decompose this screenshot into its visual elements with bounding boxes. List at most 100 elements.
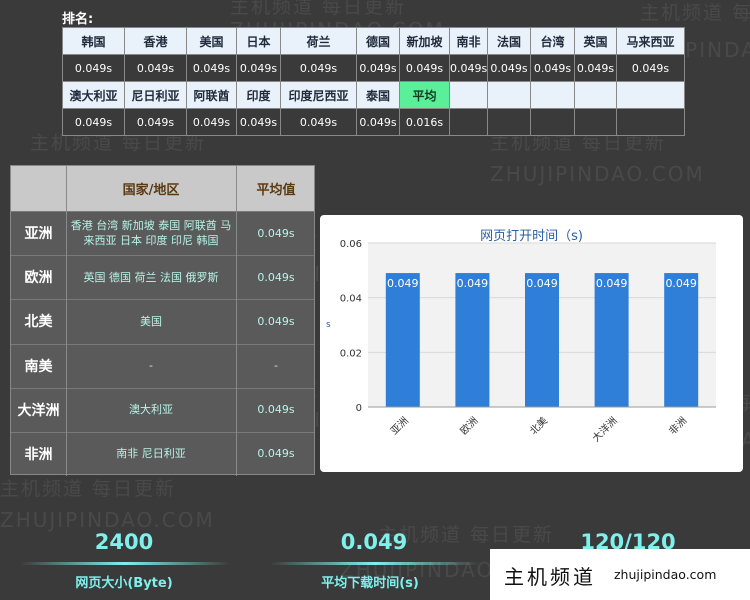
ranking-time-cell: 0.016s (399, 108, 450, 136)
ranking-time-cell: 0.049s (280, 108, 357, 136)
ranking-time-cell: 0.049s (356, 108, 400, 136)
chart-bar (664, 273, 699, 407)
ranking-time-cell: 0.049s (186, 108, 237, 136)
region-avg: 0.049s (257, 447, 295, 461)
ranking-country-cell: 印度 (236, 81, 281, 109)
region-name: 亚洲 (24, 226, 53, 243)
ranking-time-cell: 0.049s (124, 108, 187, 136)
region-countries: 香港 台湾 新加坡 泰国 阿联酋 马来西亚 日本 印度 印尼 韩国 (70, 219, 232, 248)
watermark-cn: 主机频道 每日更新 (230, 0, 407, 18)
region-col-divider (236, 166, 237, 476)
chart-bar (385, 273, 420, 407)
chart-y-tick-label: 0.04 (340, 294, 362, 305)
ranking-country-cell: 日本 (236, 27, 281, 55)
region-row-divider (11, 211, 314, 212)
ranking-time-cell: 0.049s (487, 54, 531, 82)
ranking-country-cell: 南非 (449, 27, 488, 55)
ranking-time-cell: 0.049s (449, 54, 488, 82)
chart-y-axis-label: s (326, 320, 331, 330)
region-avg: 0.049s (257, 314, 295, 328)
region-countries: - (149, 359, 153, 373)
ranking-time-cell (616, 108, 685, 136)
chart-y-tick-label: 0.06 (340, 239, 362, 250)
ranking-time-row: 0.049s 0.049s 0.049s 0.049s 0.049s 0.049s 0.01… (62, 108, 685, 136)
region-countries: 南非 尼日利亚 (116, 447, 186, 461)
ranking-country-cell (449, 81, 488, 109)
watermark-cn: 主机频道 每日更新 (640, 2, 750, 24)
ranking-country-cell: 印度尼西亚 (280, 81, 357, 109)
chart-data-label: 0.049 (665, 277, 697, 290)
region-row-divider (11, 343, 314, 345)
region-row-divider (11, 255, 314, 257)
region-row-divider (11, 299, 314, 301)
ranking-time-cell: 0.049s (616, 54, 685, 82)
chart-x-tick-label: 非洲 (667, 415, 690, 438)
ranking-country-cell (530, 81, 575, 109)
load-time-chart: 网页打开时间（s) 0 0.02 0.04 0.06 s 0.049 亚洲 0.049 欧洲 0.… (320, 215, 743, 472)
ranking-time-cell: 0.049s (356, 54, 400, 82)
chart-y-tick-label: 0.02 (340, 348, 362, 359)
ranking-country-cell: 泰国 (356, 81, 400, 109)
region-countries: 英国 德国 荷兰 法国 俄罗斯 (83, 270, 219, 284)
chart-bar (525, 273, 559, 407)
ranking-country-cell (487, 81, 531, 109)
ranking-country-cell: 德国 (356, 27, 400, 55)
ranking-table: 韩国 香港 美国 日本 荷兰 德国 新加坡 南非 法国 台湾 英国 马来西亚 0.049s 0.049s 0… (62, 27, 685, 136)
ranking-country-cell: 平均 (399, 81, 450, 109)
ranking-time-row: 0.049s 0.049s 0.049s 0.049s 0.049s 0.049s 0.04… (62, 54, 685, 82)
ranking-time-cell: 0.049s (399, 54, 450, 82)
region-avg: 0.049s (257, 403, 295, 417)
avg-download-bar (270, 562, 480, 565)
region-avg: - (274, 359, 278, 373)
page-size-bar (20, 562, 230, 565)
region-row-divider (11, 431, 314, 433)
ranking-country-cell: 新加坡 (399, 27, 450, 55)
ranking-time-cell: 0.049s (62, 54, 125, 82)
ranking-time-cell: 0.049s (124, 54, 187, 82)
ranking-name-row: 澳大利亚 尼日利亚 阿联酋 印度 印度尼西亚 泰国 平均 (62, 81, 685, 109)
ranking-country-cell: 阿联酋 (186, 81, 237, 109)
chart-bar (455, 273, 490, 407)
ranking-time-cell: 0.049s (236, 54, 281, 82)
region-row-divider (11, 387, 314, 389)
ranking-time-cell: 0.049s (236, 108, 281, 136)
brand-name: 主机频道 (504, 565, 596, 589)
ranking-country-cell: 荷兰 (280, 27, 357, 55)
ranking-country-cell: 韩国 (62, 27, 125, 55)
region-name: 欧洲 (24, 270, 53, 287)
region-header-country: 国家/地区 (122, 183, 180, 198)
avg-download-value: 0.049 (340, 530, 408, 554)
chart-data-label: 0.049 (596, 277, 628, 290)
ranking-name-row: 韩国 香港 美国 日本 荷兰 德国 新加坡 南非 法国 台湾 英国 马来西亚 (62, 27, 685, 55)
chart-bar (594, 273, 629, 407)
chart-data-label: 0.049 (387, 277, 419, 290)
ranking-country-cell: 法国 (487, 27, 531, 55)
chart-data-label: 0.049 (526, 277, 558, 290)
chart-data-label: 0.049 (457, 277, 489, 290)
watermark-en: ZHUJIPINDAO.COM (0, 508, 215, 532)
region-col-divider (66, 166, 67, 476)
ranking-time-cell: 0.049s (280, 54, 357, 82)
region-name: 北美 (24, 314, 53, 331)
ranking-country-cell: 香港 (124, 27, 187, 55)
ranking-time-cell (449, 108, 488, 136)
ranking-time-cell (530, 108, 575, 136)
ranking-country-cell (574, 81, 617, 109)
ranking-country-cell: 澳大利亚 (62, 81, 125, 109)
chart-x-tick-label: 大洋洲 (589, 414, 619, 444)
ranking-country-cell: 尼日利亚 (124, 81, 187, 109)
ranking-time-cell: 0.049s (186, 54, 237, 82)
region-countries: 澳大利亚 (129, 403, 173, 417)
ranking-country-cell: 台湾 (530, 27, 575, 55)
watermark-en: ZHUJIPINDAO.COM (490, 162, 705, 186)
page-size-label: 网页大小(Byte) (75, 576, 173, 591)
region-name: 大洋洲 (17, 402, 60, 419)
ranking-time-cell: 0.049s (530, 54, 575, 82)
region-header-avg: 平均值 (256, 183, 296, 198)
brand-url: zhujipindao.com (614, 567, 717, 582)
page-size-value: 2400 (94, 530, 154, 554)
ranking-time-cell (487, 108, 531, 136)
region-name: 南美 (24, 358, 53, 375)
ranking-time-cell (574, 108, 617, 136)
ranking-country-cell: 美国 (186, 27, 237, 55)
